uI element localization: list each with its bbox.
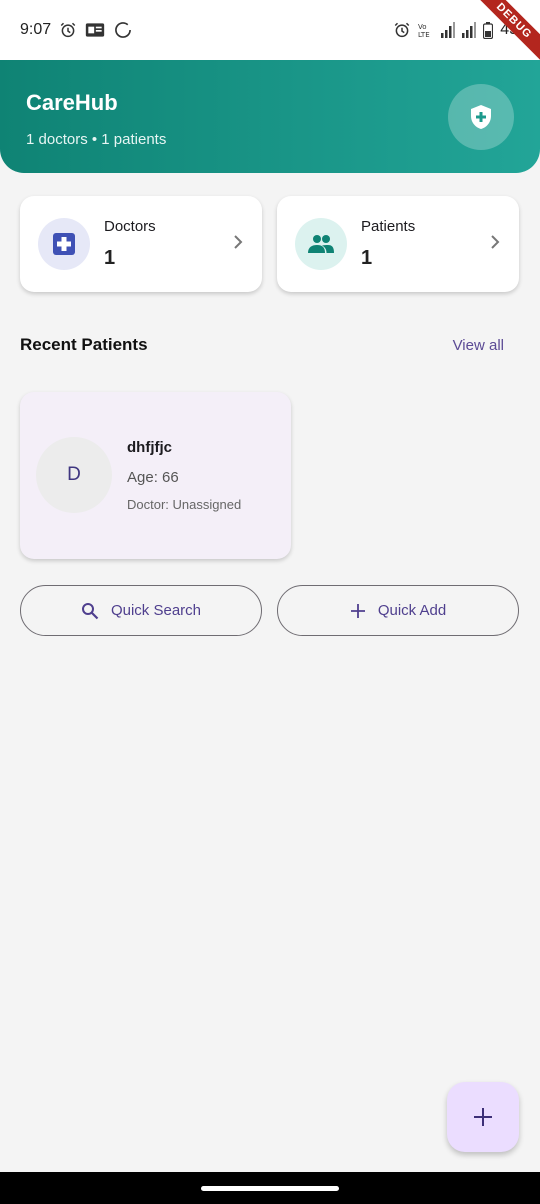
patients-stat-text: Patients 1 (361, 218, 489, 270)
patients-icon-circle (295, 218, 347, 270)
doctors-count: 1 (104, 247, 116, 269)
status-time: 9:07 (20, 21, 52, 38)
recent-patients-title: Recent Patients (20, 335, 148, 354)
app-header: CareHub 1 doctors • 1 patients (0, 60, 540, 173)
patients-stat-card[interactable]: Patients 1 (277, 196, 519, 292)
quick-search-button[interactable]: Quick Search (20, 585, 262, 636)
chevron-right-icon (489, 234, 501, 255)
doctors-stat-text: Doctors 1 (104, 218, 232, 270)
svg-text:Vo: Vo (418, 23, 427, 31)
patients-count: 1 (361, 247, 373, 269)
app-title: CareHub (26, 90, 118, 115)
view-all-link[interactable]: View all (453, 337, 504, 354)
patient-age: Age: 66 (127, 469, 179, 486)
loading-circle-icon (113, 20, 133, 40)
home-indicator[interactable] (201, 1185, 339, 1191)
shield-badge[interactable] (448, 84, 514, 150)
doctors-label: Doctors (104, 218, 156, 235)
patients-label: Patients (361, 218, 416, 235)
doctors-stat-card[interactable]: Doctors 1 (20, 196, 262, 292)
chevron-right-icon (232, 234, 244, 255)
volte-icon: Vo LTE (418, 22, 434, 38)
status-left: 9:07 (20, 20, 133, 40)
medical-cross-icon (52, 232, 76, 256)
people-icon (307, 234, 335, 254)
doctors-icon-circle (38, 218, 90, 270)
quick-search-label: Quick Search (110, 602, 202, 619)
avatar: D (36, 437, 112, 513)
add-fab-button[interactable] (447, 1082, 519, 1152)
signal-icon (462, 22, 477, 38)
alarm-icon (59, 21, 77, 39)
quick-add-label: Quick Add (377, 602, 447, 619)
patient-card[interactable]: D dhfjfjc Age: 66 Doctor: Unassigned (20, 392, 291, 559)
alarm-icon (393, 21, 411, 39)
status-bar: 9:07 VoLTE 45 (0, 0, 540, 60)
plus-icon (472, 1106, 494, 1128)
patient-doctor: Doctor: Unassigned (127, 497, 242, 512)
shield-plus-icon (469, 104, 493, 130)
plus-icon (350, 603, 366, 619)
svg-text:LTE: LTE (418, 31, 430, 38)
patient-name: dhfjfjc (127, 439, 172, 456)
signal-icon (441, 22, 456, 38)
battery-icon (483, 21, 494, 39)
header-summary: 1 doctors • 1 patients (26, 131, 167, 148)
system-nav-bar (0, 1172, 540, 1204)
quick-add-button[interactable]: Quick Add (277, 585, 519, 636)
gallery-icon (85, 22, 105, 38)
status-right: VoLTE 45 (393, 21, 520, 39)
search-icon (81, 602, 99, 620)
